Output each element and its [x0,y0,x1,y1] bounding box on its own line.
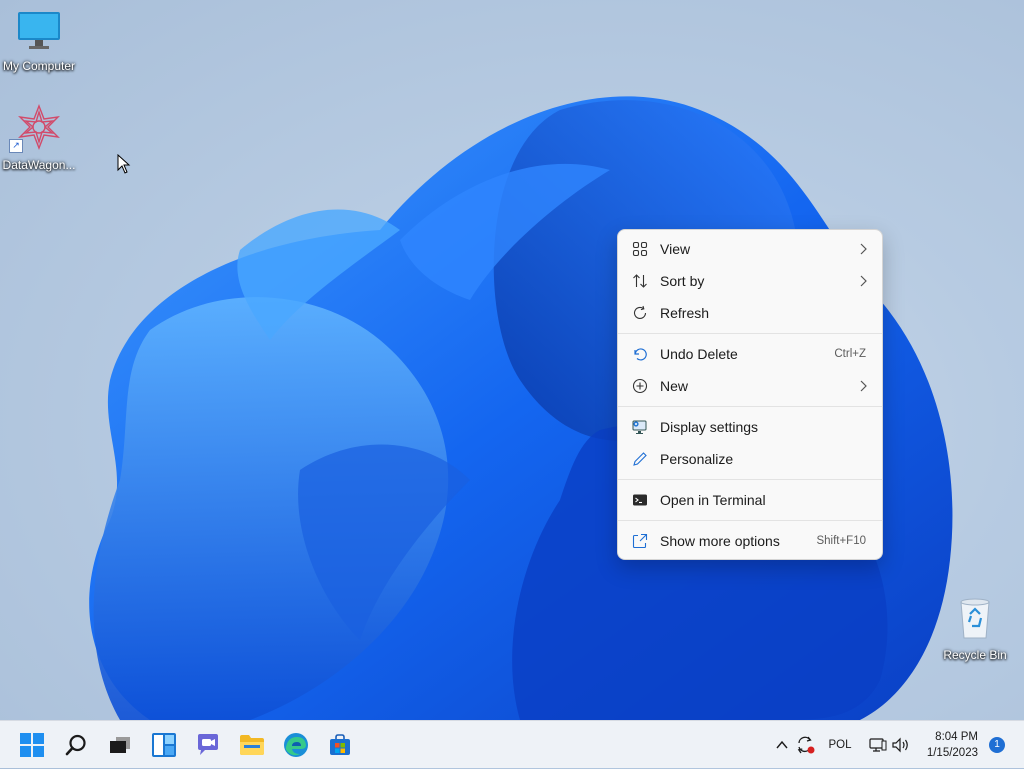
task-view-icon [110,737,130,753]
desktop-icon-my-computer[interactable]: My Computer [0,11,81,73]
refresh-icon [633,305,647,319]
language-label: POL [828,739,852,751]
menu-item-shortcut: Ctrl+Z [834,348,866,360]
menu-item-refresh[interactable]: Refresh [618,297,882,329]
sync-error-icon [797,736,815,754]
desktop-icon-datawagon[interactable]: ↗ DataWagon... [0,104,81,172]
search-button[interactable] [60,729,92,761]
clock-time: 8:04 PM [935,731,978,743]
notification-count-badge[interactable]: 1 [989,737,1005,753]
menu-item-new[interactable]: New [618,370,882,402]
desktop-icon-label: DataWagon... [2,158,76,172]
desktop-icon-label: Recycle Bin [943,648,1007,662]
folder-icon [240,735,264,755]
input-language-indicator[interactable]: POL [824,721,856,769]
store-button[interactable] [324,729,356,761]
menu-item-label: Undo Delete [660,346,738,362]
chevron-right-icon [860,380,867,392]
chat-button[interactable] [192,729,224,761]
desktop-icon-recycle-bin[interactable]: Recycle Bin [933,596,1017,662]
menu-separator [618,406,882,407]
menu-item-view[interactable]: View [618,233,882,265]
menu-separator [618,333,882,334]
terminal-icon [633,494,647,506]
windows-start-icon [20,733,44,757]
file-explorer-button[interactable] [236,729,268,761]
edge-browser-icon [284,733,308,757]
widgets-button[interactable] [148,729,180,761]
menu-item-label: New [660,378,689,394]
menu-item-label: View [660,241,691,257]
desktop-context-menu: View Sort by Refresh Undo Delete Ctrl+Z [617,229,883,560]
personalize-pen-icon [633,452,647,466]
search-icon [65,734,86,756]
menu-item-show-more-options[interactable]: Show more options Shift+F10 [618,525,882,557]
menu-separator [618,520,882,521]
menu-item-undo-delete[interactable]: Undo Delete Ctrl+Z [618,338,882,370]
menu-separator [618,479,882,480]
task-view-button[interactable] [104,729,136,761]
menu-item-sort-by[interactable]: Sort by [618,265,882,297]
clock-button[interactable]: 8:04 PM 1/15/2023 [927,729,978,761]
more-options-icon [632,533,648,549]
start-button[interactable] [16,729,48,761]
new-plus-icon [632,378,648,394]
clock-date: 1/15/2023 [926,747,978,759]
menu-item-label: Open in Terminal [660,492,766,508]
desktop-icon-label: My Computer [2,59,76,73]
mouse-cursor-icon [117,154,131,174]
menu-item-display-settings[interactable]: Display settings [618,411,882,443]
shortcut-arrow-icon: ↗ [9,139,23,153]
grid-view-icon [632,241,648,257]
chevron-right-icon [860,243,867,255]
chevron-right-icon [860,275,867,287]
sync-status-button[interactable] [794,721,818,769]
store-icon [330,734,350,755]
edge-button[interactable] [280,729,312,761]
display-settings-icon [632,420,647,434]
menu-item-label: Display settings [660,419,759,435]
menu-item-label: Show more options [660,533,780,549]
monitor-icon [18,12,60,49]
menu-item-open-in-terminal[interactable]: Open in Terminal [618,484,882,516]
menu-item-shortcut: Shift+F10 [816,535,866,547]
recycle-bin-icon [960,598,990,639]
taskbar: POL 8:04 PM 1/15/2023 1 [0,720,1024,768]
chevron-up-icon [776,740,788,749]
sort-icon [633,274,647,288]
show-hidden-icons-button[interactable] [772,721,792,769]
undo-icon [634,348,647,361]
widgets-icon [152,733,176,757]
menu-item-label: Personalize [660,451,734,467]
volume-icon [892,737,908,753]
teams-chat-icon [198,734,218,755]
menu-item-personalize[interactable]: Personalize [618,443,882,475]
menu-item-label: Refresh [660,305,710,321]
menu-item-label: Sort by [660,273,705,289]
network-icon [869,738,887,752]
network-volume-button[interactable] [866,721,914,769]
